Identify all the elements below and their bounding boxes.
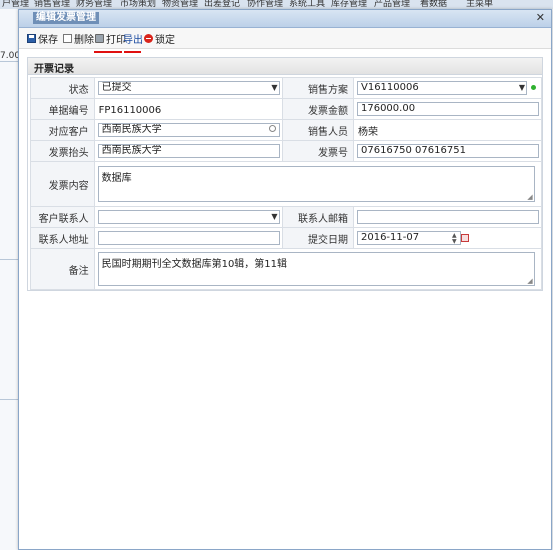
submit-date-input[interactable]: 2016-11-07 — [356, 231, 461, 245]
panel-title: 开票记录 — [34, 64, 74, 75]
lock-icon — [144, 33, 153, 43]
print-underline — [94, 51, 122, 53]
close-icon[interactable]: ✕ — [536, 11, 545, 24]
customer-value: 西南民族大学 — [101, 124, 162, 135]
resize-grip-icon[interactable]: ◢ — [527, 277, 532, 285]
lock-label: 锁定 — [155, 34, 175, 46]
delete-icon — [63, 33, 72, 43]
menu-item[interactable]: 看数据 — [420, 0, 447, 9]
menu-item[interactable]: 主菜单 — [466, 0, 493, 9]
spinner-icon[interactable]: ▲ ▼ — [452, 233, 457, 245]
status-label: 状态 — [30, 77, 95, 99]
save-button[interactable]: 保存 — [27, 31, 58, 46]
remark-value: 民国时期期刊全文数据库第10辑，第11辑 — [101, 259, 288, 270]
contact-select[interactable]: ▼ — [97, 210, 280, 224]
menu-item[interactable]: 系统工具 — [289, 0, 325, 9]
status-select[interactable]: 已提交 ▼ — [97, 81, 280, 95]
salesperson-value: 杨荣 — [357, 126, 378, 138]
invoice-content-textarea[interactable]: 数据库 ◢ — [97, 166, 535, 202]
invoice-number-input[interactable]: 07616750 07616751 — [356, 144, 539, 158]
divider — [0, 259, 18, 260]
delete-button[interactable]: 删除 — [63, 31, 94, 46]
menu-item[interactable]: 出差登记 — [204, 0, 240, 9]
save-icon — [27, 33, 36, 43]
menu-item[interactable]: 库存管理 — [331, 0, 367, 9]
chevron-down-icon[interactable]: ▼ — [271, 211, 277, 223]
customer-input[interactable]: 西南民族大学 — [97, 123, 280, 137]
invoice-header-label: 发票抬头 — [30, 140, 95, 162]
calendar-icon[interactable] — [460, 234, 469, 242]
dialog-titlebar[interactable]: 编辑发票管理 ✕ — [19, 10, 551, 28]
invoice-content-label: 发票内容 — [30, 161, 95, 207]
contact-label: 客户联系人 — [30, 206, 95, 228]
contact-address-label: 联系人地址 — [30, 227, 95, 249]
menu-item[interactable]: 市场策划 — [120, 0, 156, 9]
sales-plan-value: V16110006 — [360, 82, 419, 93]
top-menu-bar: 户管理 销售管理 财务管理 市场策划 物资管理 出差登记 协作管理 系统工具 库… — [0, 0, 553, 9]
resize-grip-icon[interactable]: ◢ — [527, 193, 532, 201]
sales-plan-label: 销售方案 — [281, 77, 354, 99]
panel-header: 开票记录 — [28, 58, 542, 75]
menu-item[interactable]: 户管理 — [2, 0, 29, 9]
doc-number-label: 单据编号 — [30, 98, 95, 120]
print-button[interactable]: 打印 — [95, 31, 126, 46]
save-label: 保存 — [38, 34, 58, 46]
invoice-form: 状态 已提交 ▼ 销售方案 V16110006 ▼ 单据编号 FP1611000… — [30, 77, 543, 290]
menu-item[interactable]: 销售管理 — [34, 0, 70, 9]
delete-label: 删除 — [74, 34, 94, 46]
printer-icon — [95, 33, 104, 43]
invoice-header-input[interactable]: 西南民族大学 — [97, 144, 280, 158]
background-panel: 7.00 — [0, 9, 20, 550]
submit-date-value: 2016-11-07 — [360, 232, 420, 243]
toolbar: 保存 删除 打印 导出 锁定 — [19, 28, 551, 49]
remark-textarea[interactable]: 民国时期期刊全文数据库第10辑，第11辑 ◢ — [97, 252, 535, 286]
remark-label: 备注 — [30, 248, 95, 290]
doc-number-value: FP16110006 — [98, 104, 162, 116]
divider — [0, 61, 18, 62]
export-label: 导出 — [123, 34, 143, 46]
invoice-record-panel: 开票记录 状态 已提交 ▼ 销售方案 V16110006 ▼ 单据编号 FP16… — [27, 57, 543, 291]
menu-item[interactable]: 产品管理 — [374, 0, 410, 9]
submit-date-label: 提交日期 — [281, 227, 354, 249]
customer-label: 对应客户 — [30, 119, 95, 141]
chevron-down-icon[interactable]: ▼ — [271, 82, 277, 94]
search-icon[interactable] — [268, 125, 276, 132]
chevron-down-icon[interactable]: ▼ — [519, 82, 525, 94]
menu-item[interactable]: 财务管理 — [76, 0, 112, 9]
export-underline — [124, 51, 141, 53]
edit-invoice-dialog: 编辑发票管理 ✕ 保存 删除 打印 导出 锁定 开票记录 状态 已提交 ▼ 销售… — [18, 9, 552, 550]
dialog-title: 编辑发票管理 — [33, 12, 99, 24]
export-button[interactable]: 导出 — [123, 31, 143, 46]
amount-label: 发票金额 — [281, 98, 354, 120]
sales-plan-select[interactable]: V16110006 ▼ — [356, 81, 527, 95]
divider — [0, 399, 18, 400]
invoice-number-label: 发票号 — [281, 140, 354, 162]
menu-item[interactable]: 协作管理 — [247, 0, 283, 9]
menu-item[interactable]: 物资管理 — [162, 0, 198, 9]
invoice-content-value: 数据库 — [101, 173, 132, 184]
amount-input[interactable]: 176000.00 — [356, 102, 539, 116]
contact-email-label: 联系人邮箱 — [281, 206, 354, 228]
contact-address-input[interactable] — [97, 231, 280, 245]
contact-email-input[interactable] — [356, 210, 539, 224]
salesperson-label: 销售人员 — [281, 119, 354, 141]
status-value: 已提交 — [101, 82, 132, 93]
lock-button[interactable]: 锁定 — [144, 31, 175, 46]
add-icon[interactable] — [531, 85, 536, 90]
